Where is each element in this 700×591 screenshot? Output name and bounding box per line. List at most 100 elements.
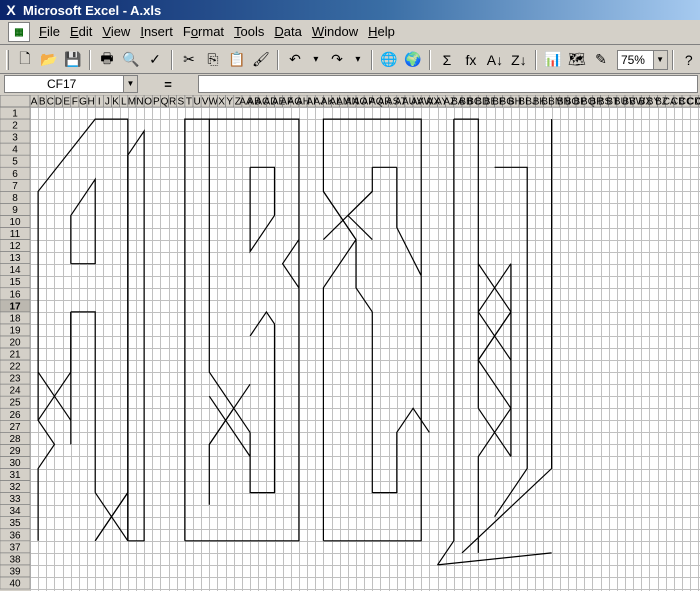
- row-label: 26: [9, 410, 21, 421]
- row-label: 19: [9, 325, 21, 336]
- menu-help[interactable]: Help: [363, 22, 400, 42]
- redo-icon[interactable]: ↷: [326, 49, 348, 71]
- menu-bar: ▦ File Edit View Insert Format Tools Data Windo…: [0, 20, 700, 45]
- row-label: 32: [9, 482, 21, 493]
- paste-function-icon[interactable]: fx: [460, 49, 482, 71]
- xls-document-icon[interactable]: ▦: [8, 22, 30, 42]
- chart-wizard-icon[interactable]: 📊: [542, 49, 564, 71]
- new-icon[interactable]: 🗋: [14, 49, 36, 71]
- menu-window[interactable]: Window: [307, 22, 363, 42]
- drawing-line[interactable]: [437, 119, 455, 566]
- cut-icon[interactable]: ✂: [178, 49, 200, 71]
- undo-icon[interactable]: ↶: [284, 49, 306, 71]
- edit-formula-button[interactable]: =: [138, 77, 198, 92]
- drawing-line[interactable]: [347, 215, 373, 241]
- row-label: 5: [12, 157, 18, 168]
- column-label: N: [136, 97, 143, 108]
- column-header[interactable]: CE: [695, 95, 700, 108]
- title-bar: X Microsoft Excel - A.xls: [0, 0, 700, 20]
- drawing-line[interactable]: [208, 395, 251, 457]
- web-toolbar-icon[interactable]: 🌍: [402, 49, 424, 71]
- drawing-shapes[interactable]: [37, 118, 553, 566]
- menu-view[interactable]: View: [97, 22, 135, 42]
- redo-dropdown-icon[interactable]: ▾: [350, 49, 366, 71]
- column-header[interactable]: P: [151, 95, 161, 108]
- menu-insert[interactable]: Insert: [135, 22, 178, 42]
- menu-data[interactable]: Data: [269, 22, 306, 42]
- row-label: 34: [9, 506, 21, 517]
- column-header[interactable]: R: [168, 95, 178, 108]
- drawing-line[interactable]: [249, 310, 276, 494]
- drawing-line[interactable]: [208, 383, 251, 445]
- column-header[interactable]: G: [78, 95, 88, 108]
- column-header[interactable]: N: [135, 95, 145, 108]
- column-label: I: [98, 97, 101, 108]
- sort-ascending-icon[interactable]: A↓: [484, 49, 506, 71]
- menu-format[interactable]: Format: [178, 22, 229, 42]
- open-icon[interactable]: 📂: [38, 49, 60, 71]
- name-box[interactable]: CF17 ▼: [4, 75, 138, 93]
- column-header[interactable]: K: [111, 95, 120, 108]
- column-header[interactable]: U: [192, 95, 202, 108]
- zoom-dropdown[interactable]: 75% ▼: [616, 49, 668, 70]
- spelling-icon[interactable]: ✓: [144, 49, 166, 71]
- column-header[interactable]: B: [37, 95, 47, 108]
- column-header[interactable]: A: [29, 95, 39, 108]
- insert-hyperlink-icon[interactable]: 🌐: [378, 49, 400, 71]
- save-icon[interactable]: 💾: [62, 49, 84, 71]
- map-icon[interactable]: 🗺: [566, 49, 588, 71]
- column-label: K: [112, 97, 119, 108]
- menu-tools[interactable]: Tools: [229, 22, 269, 42]
- row-label: 7: [12, 181, 18, 192]
- toolbar-separator: [276, 49, 279, 70]
- copy-icon[interactable]: ⎘: [202, 49, 224, 71]
- toolbar-separator: [170, 49, 173, 70]
- row-label: 39: [9, 566, 21, 577]
- column-header[interactable]: M: [127, 95, 137, 108]
- column-header[interactable]: H: [86, 95, 96, 108]
- column-label: R: [169, 97, 176, 108]
- column-label: E: [63, 97, 70, 108]
- drawing-line[interactable]: [37, 118, 129, 541]
- sort-descending-icon[interactable]: Z↓: [508, 49, 530, 71]
- row-label: 33: [9, 494, 21, 505]
- format-painter-icon[interactable]: 🖌: [250, 49, 272, 71]
- column-header[interactable]: Y: [225, 95, 235, 108]
- office-assistant-icon[interactable]: ?: [679, 49, 699, 71]
- drawing-icon[interactable]: ✎: [590, 49, 612, 71]
- drawing-line[interactable]: [127, 129, 145, 542]
- print-preview-icon[interactable]: 🔍: [120, 49, 142, 71]
- name-box-dropdown-icon[interactable]: ▼: [123, 76, 137, 92]
- menu-edit[interactable]: Edit: [65, 22, 97, 42]
- column-header[interactable]: C: [45, 95, 55, 108]
- column-header[interactable]: F: [70, 95, 80, 108]
- drawing-line[interactable]: [70, 311, 96, 493]
- undo-dropdown-icon[interactable]: ▾: [308, 49, 324, 71]
- row-label: 30: [9, 458, 21, 469]
- row-label: 9: [12, 205, 18, 216]
- worksheet-canvas[interactable]: A B C D E F G H I J K L M N O P Q R S T U V W X Y ZAAABACADAEAFAG…: [0, 95, 700, 591]
- menu-file[interactable]: File: [34, 22, 65, 42]
- column-label: H: [88, 97, 95, 108]
- paste-icon[interactable]: 📋: [226, 49, 248, 71]
- autosum-icon[interactable]: Σ: [436, 49, 458, 71]
- gridlines: [30, 107, 700, 591]
- column-header[interactable]: O: [143, 95, 153, 108]
- select-all-corner[interactable]: [0, 95, 31, 108]
- row-label: 2: [12, 121, 18, 132]
- print-icon[interactable]: 🖶: [96, 49, 118, 71]
- drawing-line[interactable]: [208, 119, 235, 505]
- column-header[interactable]: E: [62, 95, 72, 108]
- column-header[interactable]: T: [184, 95, 194, 108]
- column-header[interactable]: Q: [160, 95, 169, 108]
- formula-input[interactable]: [198, 75, 698, 93]
- zoom-dropdown-arrow-icon[interactable]: ▼: [652, 50, 667, 69]
- column-header[interactable]: S: [176, 95, 186, 108]
- toolbar-grip[interactable]: [6, 49, 9, 70]
- excel-app-icon[interactable]: X: [3, 2, 19, 18]
- worksheet-grid[interactable]: A B C D E F G H I J K L M N O P Q R S T U V W X Y Z AA AB AC AD AE AF AG…: [0, 95, 700, 591]
- column-label: F: [72, 97, 78, 108]
- column-header[interactable]: X: [217, 95, 226, 108]
- column-header[interactable]: W: [209, 95, 219, 108]
- column-header[interactable]: D: [54, 95, 63, 108]
